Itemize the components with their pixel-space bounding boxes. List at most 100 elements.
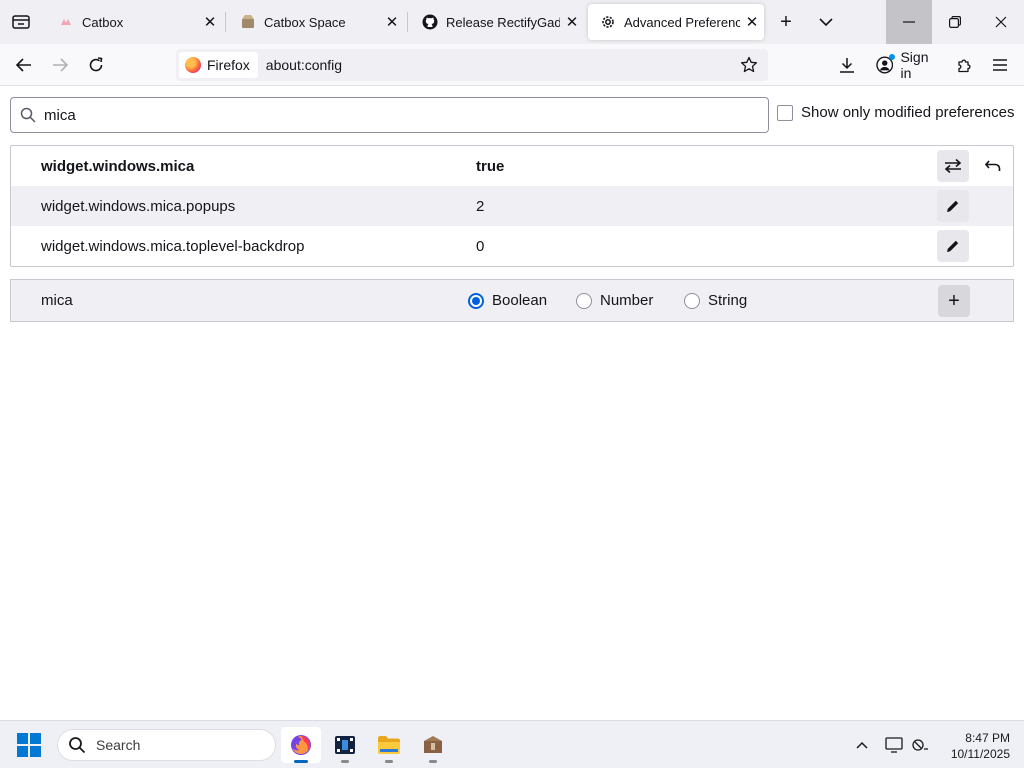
table-row: widget.windows.mica true [11, 146, 1013, 186]
display-tray-button[interactable] [882, 733, 906, 757]
network-icon [912, 739, 928, 751]
tab-title: Advanced Preferences [624, 14, 740, 30]
pencil-icon [947, 240, 959, 252]
show-hidden-icons-button[interactable] [850, 733, 874, 757]
download-icon [840, 58, 854, 73]
back-arrow-icon [16, 58, 31, 72]
reload-icon [89, 57, 103, 72]
show-modified-checkbox[interactable] [777, 104, 793, 121]
preferences-table: widget.windows.mica true widget.windows.… [10, 145, 1014, 267]
identity-box[interactable]: Firefox [179, 52, 258, 78]
add-preference-row: mica Boolean Number String + [10, 279, 1014, 322]
taskbar-search[interactable]: Search [57, 729, 276, 761]
radio-boolean[interactable] [468, 292, 484, 309]
radio-number[interactable] [576, 292, 592, 309]
extensions-button[interactable] [950, 50, 980, 80]
search-icon [69, 737, 86, 754]
bookmark-star-button[interactable] [736, 52, 762, 78]
new-pref-name: mica [41, 292, 73, 309]
plus-icon: + [948, 289, 960, 312]
add-button[interactable]: + [938, 285, 970, 317]
address-bar[interactable]: Firefox about:config [176, 49, 768, 81]
gear-icon [600, 14, 616, 30]
running-indicator [341, 760, 349, 763]
catbox-icon [58, 14, 74, 30]
close-icon[interactable]: ✕ [198, 10, 222, 34]
clock-time: 8:47 PM [965, 731, 1010, 745]
running-indicator [385, 760, 393, 763]
type-option-number[interactable]: Number [576, 292, 653, 309]
tab-release-rectifygadgets[interactable]: Release RectifyGadgets ✕ [410, 4, 584, 40]
reload-button[interactable] [81, 50, 111, 80]
search-icon [20, 107, 36, 123]
undo-icon [985, 160, 1001, 171]
tab-title: Catbox [82, 14, 124, 30]
new-tab-button[interactable]: + [772, 8, 800, 36]
tab-advanced-preferences[interactable]: Advanced Preferences ✕ [588, 4, 764, 40]
preference-search-input[interactable] [44, 106, 724, 124]
app-menu-button[interactable] [985, 50, 1015, 80]
restore-button[interactable] [932, 0, 978, 44]
toggle-button[interactable] [937, 150, 969, 182]
forward-arrow-icon [53, 58, 68, 72]
tab-catbox[interactable]: Catbox ✕ [46, 4, 222, 40]
firefox-view-button[interactable] [0, 0, 42, 44]
pref-name: widget.windows.mica [41, 157, 195, 175]
taskbar-firefox[interactable] [281, 727, 321, 763]
pencil-icon [947, 200, 959, 212]
show-modified-label: Show only modified preferences [801, 104, 1015, 121]
edit-button[interactable] [937, 230, 969, 262]
close-icon [995, 16, 1007, 28]
close-icon[interactable]: ✕ [740, 10, 764, 34]
preference-search-field[interactable] [10, 97, 769, 133]
radio-string[interactable] [684, 292, 700, 309]
pref-value[interactable]: true [476, 158, 504, 175]
chevron-down-icon [819, 17, 833, 26]
network-tray-button[interactable] [908, 733, 932, 757]
github-icon [422, 14, 438, 30]
chevron-up-icon [856, 741, 868, 749]
show-modified-toggle[interactable]: Show only modified preferences [777, 104, 1014, 121]
tab-catbox-space[interactable]: Catbox Space ✕ [228, 4, 404, 40]
pref-value[interactable]: 2 [476, 198, 484, 215]
pref-name: widget.windows.mica.popups [41, 197, 236, 215]
downloads-button[interactable] [832, 50, 862, 80]
tab-separator [407, 12, 408, 32]
url-text[interactable]: about:config [266, 57, 342, 73]
taskbar: Search 8:47 PM 10/11/2025 [0, 720, 1024, 768]
taskbar-media-app[interactable] [325, 727, 365, 763]
identity-label: Firefox [207, 57, 250, 73]
type-option-boolean[interactable]: Boolean [468, 292, 547, 309]
clock-date: 10/11/2025 [950, 747, 1010, 761]
tab-separator [225, 12, 226, 32]
taskbar-search-label: Search [96, 737, 141, 753]
taskbar-file-explorer[interactable] [369, 727, 409, 763]
system-clock[interactable]: 8:47 PM 10/11/2025 [940, 730, 1010, 762]
close-icon[interactable]: ✕ [560, 10, 584, 34]
windows-start-icon[interactable] [17, 733, 41, 757]
pref-name: widget.windows.mica.toplevel-backdrop [41, 237, 305, 255]
close-icon[interactable]: ✕ [380, 10, 404, 34]
type-label: Boolean [492, 292, 548, 309]
edit-button[interactable] [937, 190, 969, 222]
reset-button[interactable] [977, 150, 1009, 182]
back-button[interactable] [9, 50, 39, 80]
table-row: widget.windows.mica.toplevel-backdrop 0 [11, 226, 1013, 266]
minimize-button[interactable] [886, 0, 932, 44]
list-all-tabs-button[interactable] [812, 8, 840, 36]
running-indicator [429, 760, 437, 763]
video-editor-icon [335, 736, 355, 754]
taskbar-archive-app[interactable] [413, 727, 453, 763]
hamburger-menu-icon [993, 59, 1007, 71]
tab-title: Release RectifyGadgets [446, 14, 560, 30]
firefox-logo-icon [185, 57, 201, 73]
type-label: String [708, 292, 748, 309]
forward-button[interactable] [45, 50, 75, 80]
type-option-string[interactable]: String [684, 292, 747, 309]
catbox-space-icon [240, 14, 256, 30]
puzzle-icon [958, 59, 971, 73]
sign-in-button[interactable]: Sign in [868, 49, 942, 81]
close-window-button[interactable] [978, 0, 1024, 44]
restore-icon [949, 16, 961, 28]
pref-value[interactable]: 0 [476, 238, 484, 255]
